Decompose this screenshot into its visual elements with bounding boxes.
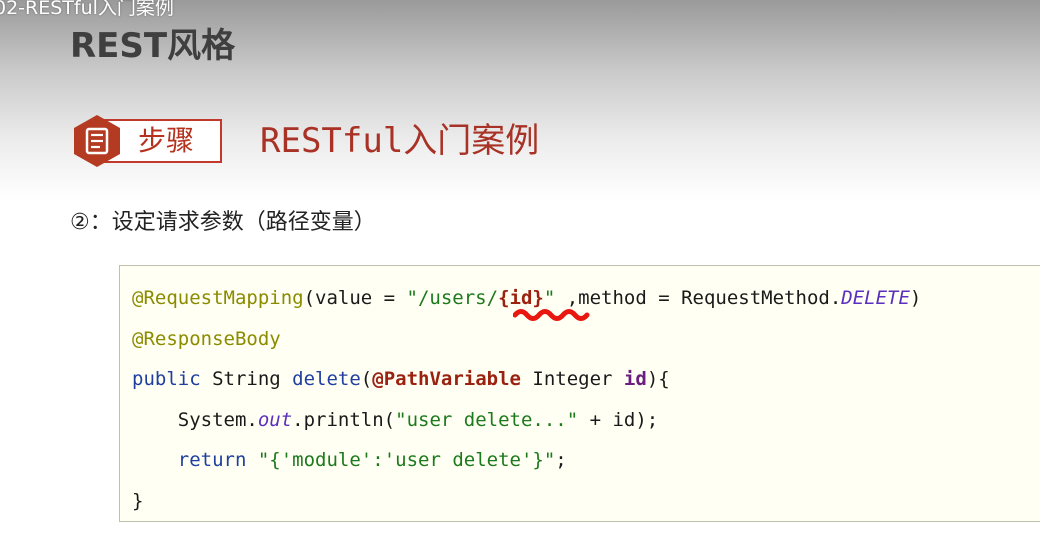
video-title: 02-RESTful入门案例	[0, 0, 174, 19]
code-text: (	[360, 368, 373, 390]
code-text: (value =	[303, 287, 407, 309]
code-block: @RequestMapping(value = "/users/{id}" ,m…	[119, 265, 1040, 522]
step-heading: RESTful入门案例	[260, 121, 540, 161]
code-string: "/users/	[406, 287, 499, 309]
code-method-name: delete	[292, 368, 361, 390]
code-text: System.	[177, 408, 258, 431]
step-label: 步骤	[138, 124, 195, 157]
code-annotation-pathvariable: @PathVariable	[372, 368, 521, 390]
code-text: ){	[646, 368, 670, 390]
code-text: + id);	[578, 408, 659, 431]
code-text: }	[132, 489, 144, 512]
code-field: out	[257, 408, 293, 431]
document-list-icon	[74, 115, 120, 167]
code-parameter: id	[623, 368, 647, 390]
code-annotation: @RequestMapping	[132, 287, 304, 309]
code-text: .println(	[292, 408, 396, 431]
code-line-3: public String delete(@PathVariable Integ…	[132, 359, 921, 400]
code-line-5: return "{'module':'user delete'}";	[132, 440, 921, 481]
step-badge: 步骤	[70, 114, 224, 168]
red-squiggle-underline	[513, 309, 590, 321]
code-text: ;	[555, 449, 567, 471]
section-title: REST风格	[70, 26, 236, 66]
code-constant: DELETE	[841, 287, 910, 309]
code-string: "{'module':'user delete'}"	[257, 449, 556, 471]
code-text: ,method = RequestMethod.	[555, 287, 842, 309]
slide-page: 02-RESTful入门案例 REST风格 步骤 RESTful入门案例 ②：设…	[0, 0, 1040, 549]
code-line-6: }	[132, 481, 921, 522]
code-string: "user delete..."	[395, 408, 579, 431]
sub-step-text: ②：设定请求参数（路径变量）	[70, 210, 376, 235]
code-line-4: System.out.println("user delete..." + id…	[132, 400, 921, 441]
code-text: )	[909, 287, 922, 309]
code-text: Integer	[520, 368, 624, 390]
code-keyword: public	[132, 368, 201, 390]
code-keyword: return	[177, 449, 247, 471]
code-annotation: @ResponseBody	[132, 327, 281, 350]
code-text: String	[200, 368, 293, 390]
